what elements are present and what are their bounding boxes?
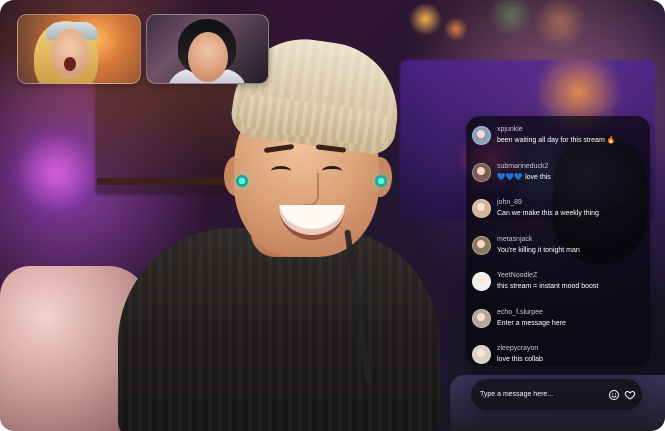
chat-message-text: 💙💙💙 love this xyxy=(497,173,551,181)
chat-message-list[interactable]: xpjunkie been waiting all day for this s… xyxy=(466,120,650,366)
chat-username: xpjunkie xyxy=(497,126,523,133)
participant-1-mouth xyxy=(64,57,76,71)
livestream-screen: xpjunkie been waiting all day for this s… xyxy=(0,0,665,431)
heart-button[interactable] xyxy=(624,389,636,401)
chat-message: john_89 Can we make this a weekly thing xyxy=(466,193,650,230)
chat-username: zleepycrayon xyxy=(497,345,539,352)
chat-username: YeetNoodleZ xyxy=(497,272,538,279)
chat-message: YeetNoodleZ this stream = instant mood b… xyxy=(466,266,650,303)
emoji-button[interactable] xyxy=(608,389,620,401)
user-avatar xyxy=(472,162,491,182)
chat-username: submarineduck2 xyxy=(497,162,549,170)
chat-message-text: love this collab xyxy=(497,356,543,363)
streamer-right-eye xyxy=(322,166,342,176)
chat-message-text: this stream = instant mood boost xyxy=(497,283,599,290)
streamer-left-eye xyxy=(271,166,291,176)
chat-username: metasnjack xyxy=(497,235,533,243)
chat-message-text: Can we make this a weekly thing xyxy=(497,210,599,217)
left-earbud xyxy=(236,175,248,187)
participant-video-tile-2[interactable] xyxy=(146,14,269,84)
chat-message-text: been waiting all day for this stream 🔥 xyxy=(497,137,616,144)
chat-message: metasnjack You're killing it tonight man xyxy=(466,230,650,267)
chat-message-text: Enter a message here xyxy=(497,319,566,327)
right-earbud xyxy=(375,175,387,187)
chat-message: xpjunkie been waiting all day for this s… xyxy=(466,120,650,157)
user-avatar xyxy=(472,235,491,255)
user-avatar xyxy=(472,345,491,364)
chat-composer xyxy=(471,379,642,410)
chat-username: john_89 xyxy=(497,199,522,206)
chat-message: echo_f.slurpee Enter a message here xyxy=(466,303,650,340)
chat-message-text: You're killing it tonight man xyxy=(497,246,580,254)
user-avatar xyxy=(472,272,491,291)
chat-username: echo_f.slurpee xyxy=(497,308,543,316)
background-purple-light xyxy=(8,120,103,225)
heart-icon xyxy=(624,389,636,401)
emoji-icon xyxy=(608,389,620,401)
participant-2-face xyxy=(188,32,228,82)
participant-video-tile-1[interactable] xyxy=(17,14,141,84)
chat-message-input[interactable] xyxy=(480,386,596,403)
user-avatar xyxy=(472,308,491,328)
participant-1-face xyxy=(51,29,89,79)
user-avatar xyxy=(472,126,491,145)
user-avatar xyxy=(472,199,491,218)
chat-message: zleepycrayon love this collab xyxy=(466,339,650,366)
streamer-nose xyxy=(303,173,319,206)
chat-message: submarineduck2 💙💙💙 love this xyxy=(466,157,650,194)
streamer-sweater xyxy=(118,228,440,431)
live-chat-panel: xpjunkie been waiting all day for this s… xyxy=(466,116,650,366)
